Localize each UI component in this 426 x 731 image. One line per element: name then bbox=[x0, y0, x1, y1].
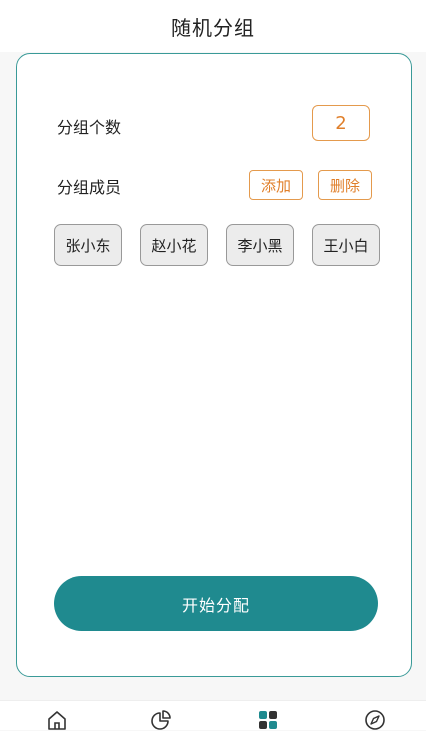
member-chip[interactable]: 赵小花 bbox=[140, 224, 208, 266]
member-chip[interactable]: 李小黑 bbox=[226, 224, 294, 266]
start-assign-button[interactable]: 开始分配 bbox=[54, 576, 378, 631]
add-member-button[interactable]: 添加 bbox=[249, 170, 303, 200]
home-icon[interactable] bbox=[46, 709, 68, 731]
group-members-label: 分组成员 bbox=[57, 178, 122, 197]
member-chip[interactable]: 张小东 bbox=[54, 224, 122, 266]
group-count-label: 分组个数 bbox=[57, 118, 122, 137]
grid-icon[interactable] bbox=[257, 709, 279, 731]
member-chip[interactable]: 王小白 bbox=[312, 224, 380, 266]
top-bar: 随机分组 bbox=[0, 0, 426, 52]
group-count-input[interactable]: 2 bbox=[312, 105, 370, 141]
bottom-tab-bar bbox=[0, 700, 426, 730]
group-settings-card: 分组个数 2 分组成员 添加 删除 张小东 赵小花 李小黑 王小白 开始分配 bbox=[16, 53, 412, 677]
pie-chart-icon[interactable] bbox=[150, 709, 172, 731]
compass-icon[interactable] bbox=[364, 709, 386, 731]
delete-member-button[interactable]: 删除 bbox=[318, 170, 372, 200]
page-title: 随机分组 bbox=[171, 15, 255, 40]
